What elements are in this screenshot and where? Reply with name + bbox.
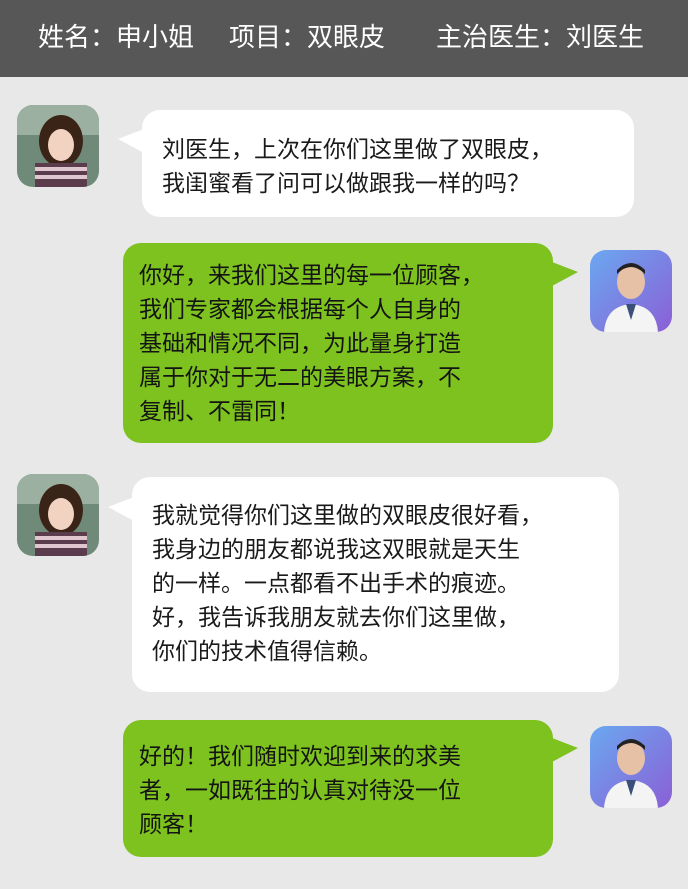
message-line: 好的！我们随时欢迎到来的求美 bbox=[139, 744, 461, 770]
message-line: 我们专家都会根据每个人自身的 bbox=[139, 297, 461, 323]
message-line: 复制、不雷同！ bbox=[139, 399, 300, 425]
attending-doctor: 主治医生：刘医生 bbox=[436, 23, 645, 53]
patient-avatar bbox=[17, 105, 99, 187]
message-line: 的一样。一点都看不出手术的痕迹。 bbox=[152, 571, 520, 597]
patient-name: 姓名：申小姐 bbox=[38, 23, 195, 53]
message-bubble-doctor: 你好，来我们这里的每一位顾客， 我们专家都会根据每个人自身的 基础和情况不同，为… bbox=[123, 243, 553, 443]
message-line: 顾客！ bbox=[139, 812, 208, 838]
message-line: 好，我告诉我朋友就去你们这里做， bbox=[152, 605, 520, 631]
bubble-tail bbox=[118, 129, 144, 153]
message-line: 刘医生，上次在你们这里做了双眼皮， bbox=[162, 137, 553, 163]
message-line: 你们的技术值得信赖。 bbox=[152, 639, 382, 665]
message-line: 我身边的朋友都说我这双眼就是天生 bbox=[152, 537, 520, 563]
message-line: 属于你对于无二的美眼方案，不 bbox=[139, 365, 461, 391]
patient-avatar bbox=[17, 474, 99, 556]
doctor-avatar bbox=[590, 726, 672, 808]
message-bubble-doctor: 好的！我们随时欢迎到来的求美 者，一如既往的认真对待没一位 顾客！ bbox=[123, 720, 553, 857]
message-bubble-patient: 我就觉得你们这里做的双眼皮很好看， 我身边的朋友都说我这双眼就是天生 的一样。一… bbox=[132, 477, 619, 692]
bubble-tail bbox=[552, 738, 578, 762]
message-line: 者，一如既往的认真对待没一位 bbox=[139, 778, 461, 804]
project-name: 项目：双眼皮 bbox=[229, 23, 386, 53]
message-line: 基础和情况不同，为此量身打造 bbox=[139, 331, 461, 357]
consultation-header: 姓名：申小姐 项目：双眼皮 主治医生：刘医生 bbox=[0, 0, 688, 77]
bubble-tail bbox=[108, 497, 134, 521]
doctor-avatar bbox=[590, 250, 672, 332]
message-line: 你好，来我们这里的每一位顾客， bbox=[139, 263, 484, 289]
message-bubble-patient: 刘医生，上次在你们这里做了双眼皮， 我闺蜜看了问可以做跟我一样的吗？ bbox=[142, 110, 634, 217]
message-line: 我就觉得你们这里做的双眼皮很好看， bbox=[152, 503, 543, 529]
bubble-tail bbox=[552, 262, 578, 286]
message-line: 我闺蜜看了问可以做跟我一样的吗？ bbox=[162, 171, 530, 197]
chat-page: 姓名：申小姐 项目：双眼皮 主治医生：刘医生 刘医生，上次在你们这里做了双眼皮，… bbox=[0, 0, 688, 889]
